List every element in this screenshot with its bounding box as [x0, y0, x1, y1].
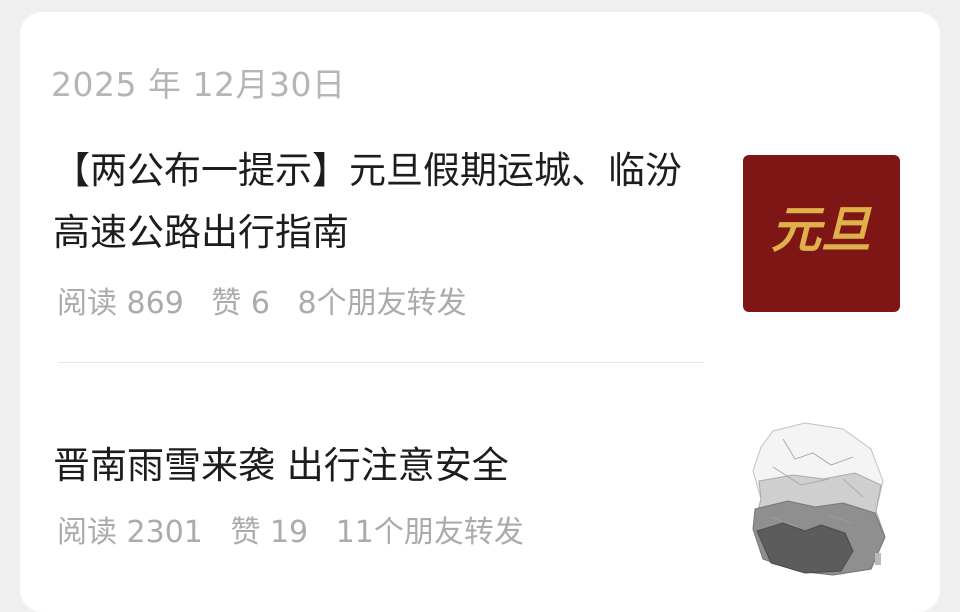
- weather-map-image: [752, 422, 886, 576]
- divider: [58, 362, 704, 363]
- share-count: 11个朋友转发: [335, 515, 524, 550]
- date-header: 2025 年 12月30日: [51, 65, 346, 104]
- like-count: 赞 19: [230, 515, 309, 550]
- like-count: 赞 6: [211, 286, 270, 321]
- article-title[interactable]: 晋南雨雪来袭 出行注意安全: [53, 435, 693, 497]
- thumbnail-text: 元旦: [771, 200, 872, 259]
- article-thumbnail[interactable]: [743, 419, 900, 576]
- new-year-calligraphy-image: 元旦: [771, 200, 872, 259]
- article-item[interactable]: 【两公布一提示】元旦假期运城、临汾高速公路出行指南 阅读 869 赞 6 8个朋…: [20, 140, 940, 322]
- article-stats: 阅读 869 赞 6 8个朋友转发: [57, 278, 485, 322]
- read-count: 阅读 2301: [57, 515, 203, 550]
- read-count: 阅读 869: [57, 286, 184, 321]
- article-stats: 阅读 2301 赞 19 11个朋友转发: [57, 507, 542, 551]
- article-thumbnail[interactable]: 元旦: [743, 155, 900, 312]
- article-title[interactable]: 【两公布一提示】元旦假期运城、临汾高速公路出行指南: [53, 140, 693, 264]
- share-count: 8个朋友转发: [297, 286, 467, 321]
- article-list-card: 2025 年 12月30日 【两公布一提示】元旦假期运城、临汾高速公路出行指南 …: [20, 12, 940, 612]
- article-item[interactable]: 晋南雨雪来袭 出行注意安全 阅读 2301 赞 19 11个朋友转发: [20, 407, 940, 577]
